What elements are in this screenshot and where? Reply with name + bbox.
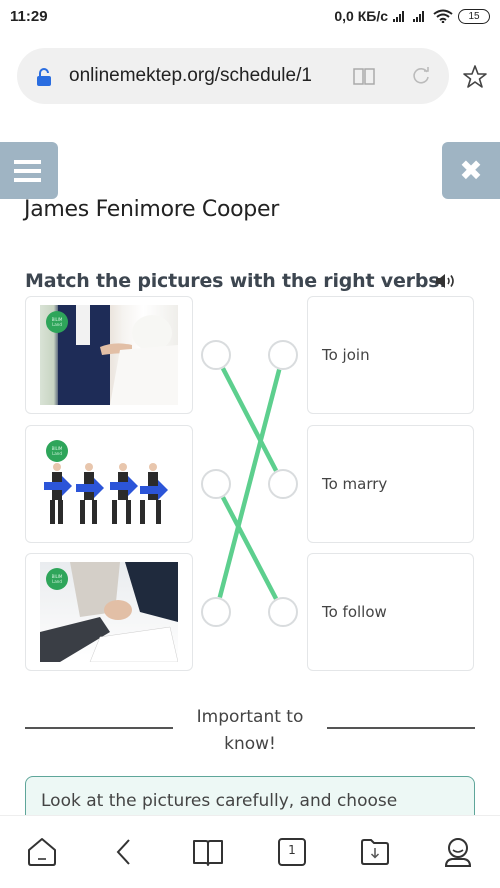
verb-card-marry[interactable]: To marry (307, 425, 474, 543)
verb-connector-2[interactable] (268, 469, 298, 499)
speaker-icon[interactable] (434, 272, 456, 290)
battery-icon: 15 (458, 8, 490, 24)
verb-label: To marry (322, 475, 388, 493)
home-icon[interactable] (26, 836, 58, 868)
close-icon: ✖ (459, 154, 483, 187)
lock-icon (37, 68, 51, 86)
downloads-icon[interactable] (359, 836, 391, 868)
following-image: BILIM Land (40, 434, 178, 534)
status-bar: 11:29 0,0 КБ/с 15 (0, 0, 500, 38)
reload-icon[interactable] (411, 66, 431, 86)
picture-card-following[interactable]: BILIM Land (25, 425, 193, 543)
verb-card-follow[interactable]: To follow (307, 553, 474, 671)
lesson-title: James Fenimore Cooper (24, 197, 279, 222)
verb-label: To follow (322, 603, 387, 621)
bilimland-badge: BILIM Land (46, 311, 68, 333)
handshake-image: BILIM Land (40, 562, 178, 662)
bilimland-badge: BILIM Land (46, 568, 68, 590)
wedding-image: BILIM Land (40, 305, 178, 405)
back-icon[interactable] (109, 836, 141, 868)
wifi-icon (433, 9, 453, 23)
signal-icon (413, 10, 424, 22)
menu-button[interactable] (0, 142, 58, 199)
hamburger-menu-icon (13, 159, 41, 164)
signal-icon (393, 10, 404, 22)
verb-label: To join (322, 346, 370, 364)
picture-card-wedding[interactable]: BILIM Land (25, 296, 193, 414)
close-button[interactable]: ✖ (442, 142, 500, 199)
hint-text: Look at the pictures carefully, and choo… (41, 791, 398, 811)
address-bar[interactable]: onlinemektep.org/schedule/1 (17, 48, 449, 104)
picture-connector-2[interactable] (201, 469, 231, 499)
picture-card-handshake[interactable]: BILIM Land (25, 553, 193, 671)
tabs-count: 1 (288, 843, 296, 857)
picture-connector-3[interactable] (201, 597, 231, 627)
verb-card-join[interactable]: To join (307, 296, 474, 414)
divider-left (25, 727, 173, 729)
divider-right (327, 727, 475, 729)
task-title: Match the pictures with the right verbs. (25, 270, 447, 292)
verb-connector-1[interactable] (268, 340, 298, 370)
verb-connector-3[interactable] (268, 597, 298, 627)
reader-mode-icon[interactable] (353, 66, 375, 86)
bookmark-star-icon[interactable] (462, 64, 488, 90)
network-speed: 0,0 КБ/с (334, 8, 388, 24)
bilimland-badge: BILIM Land (46, 440, 68, 462)
url-text[interactable]: onlinemektep.org/schedule/1 (69, 65, 312, 87)
important-heading: Important to know! (196, 707, 304, 754)
status-indicators: 0,0 КБ/с 15 (334, 8, 490, 24)
profile-icon[interactable] (442, 836, 474, 868)
match-line-1 (220, 367, 279, 472)
bookmarks-icon[interactable] (192, 836, 224, 868)
tabs-button[interactable]: 1 (276, 836, 308, 868)
status-time: 11:29 (10, 8, 48, 25)
browser-bottom-nav: 1 (0, 815, 500, 888)
picture-connector-1[interactable] (201, 340, 231, 370)
match-line-2 (220, 496, 279, 600)
